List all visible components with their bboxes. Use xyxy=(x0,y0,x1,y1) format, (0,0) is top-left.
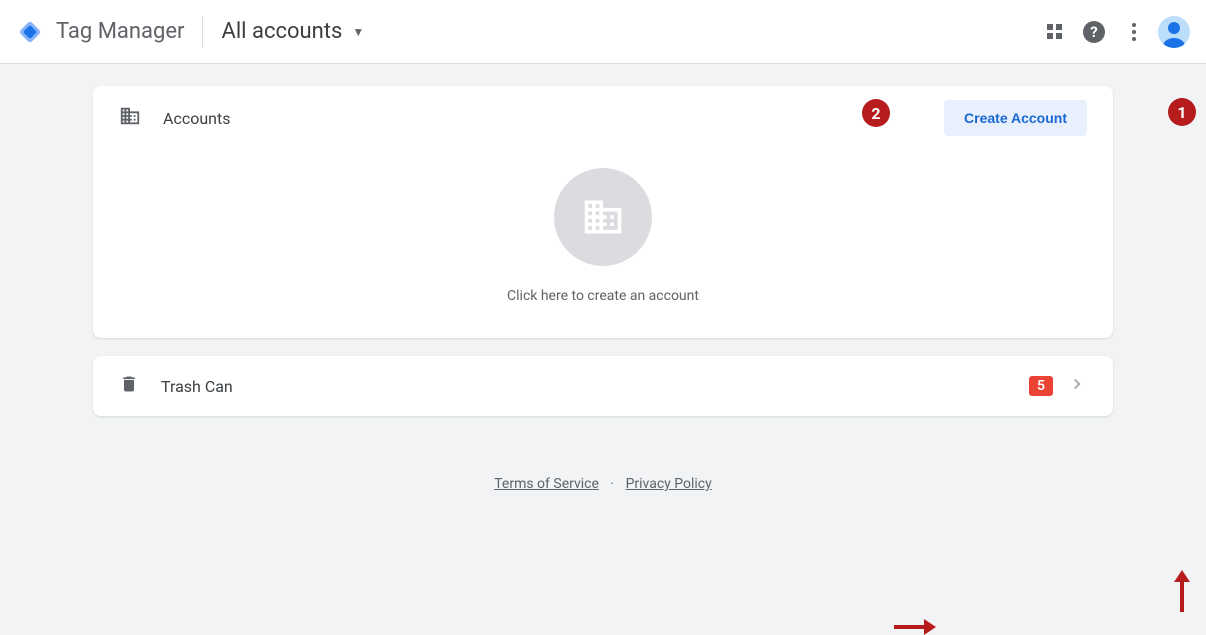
more-icon[interactable] xyxy=(1114,12,1154,52)
accounts-card: Accounts Create Account Click here to cr… xyxy=(93,86,1113,338)
help-icon[interactable]: ? xyxy=(1074,12,1114,52)
caret-down-icon: ▼ xyxy=(352,25,364,39)
chevron-right-icon xyxy=(1067,374,1087,398)
header-icon-row: ? xyxy=(1034,12,1194,52)
footer-separator: · xyxy=(610,476,614,492)
tos-link[interactable]: Terms of Service xyxy=(494,476,599,492)
building-icon xyxy=(119,105,141,131)
accounts-title: Accounts xyxy=(163,109,944,128)
create-account-button[interactable]: Create Account xyxy=(944,100,1087,136)
privacy-link[interactable]: Privacy Policy xyxy=(626,476,712,492)
avatar[interactable] xyxy=(1154,12,1194,52)
logo-icon xyxy=(16,18,44,46)
footer: Terms of Service · Privacy Policy xyxy=(494,476,712,492)
empty-state-text: Click here to create an account xyxy=(507,288,699,304)
apps-icon[interactable] xyxy=(1034,12,1074,52)
app-header: Tag Manager All accounts ▼ ? xyxy=(0,0,1206,64)
accounts-card-header: Accounts Create Account xyxy=(93,86,1113,150)
empty-state-circle-icon xyxy=(554,168,652,266)
scope-label: All accounts xyxy=(221,19,342,44)
app-title: Tag Manager xyxy=(56,19,184,44)
trash-title: Trash Can xyxy=(161,377,1029,396)
scope-picker[interactable]: All accounts ▼ xyxy=(221,19,364,44)
vertical-separator xyxy=(202,16,203,48)
trash-icon xyxy=(119,374,139,398)
empty-state[interactable]: Click here to create an account xyxy=(93,150,1113,338)
trash-row[interactable]: Trash Can 5 xyxy=(93,356,1113,416)
content-area: Accounts Create Account Click here to cr… xyxy=(0,64,1206,514)
trash-count-badge: 5 xyxy=(1029,376,1053,396)
